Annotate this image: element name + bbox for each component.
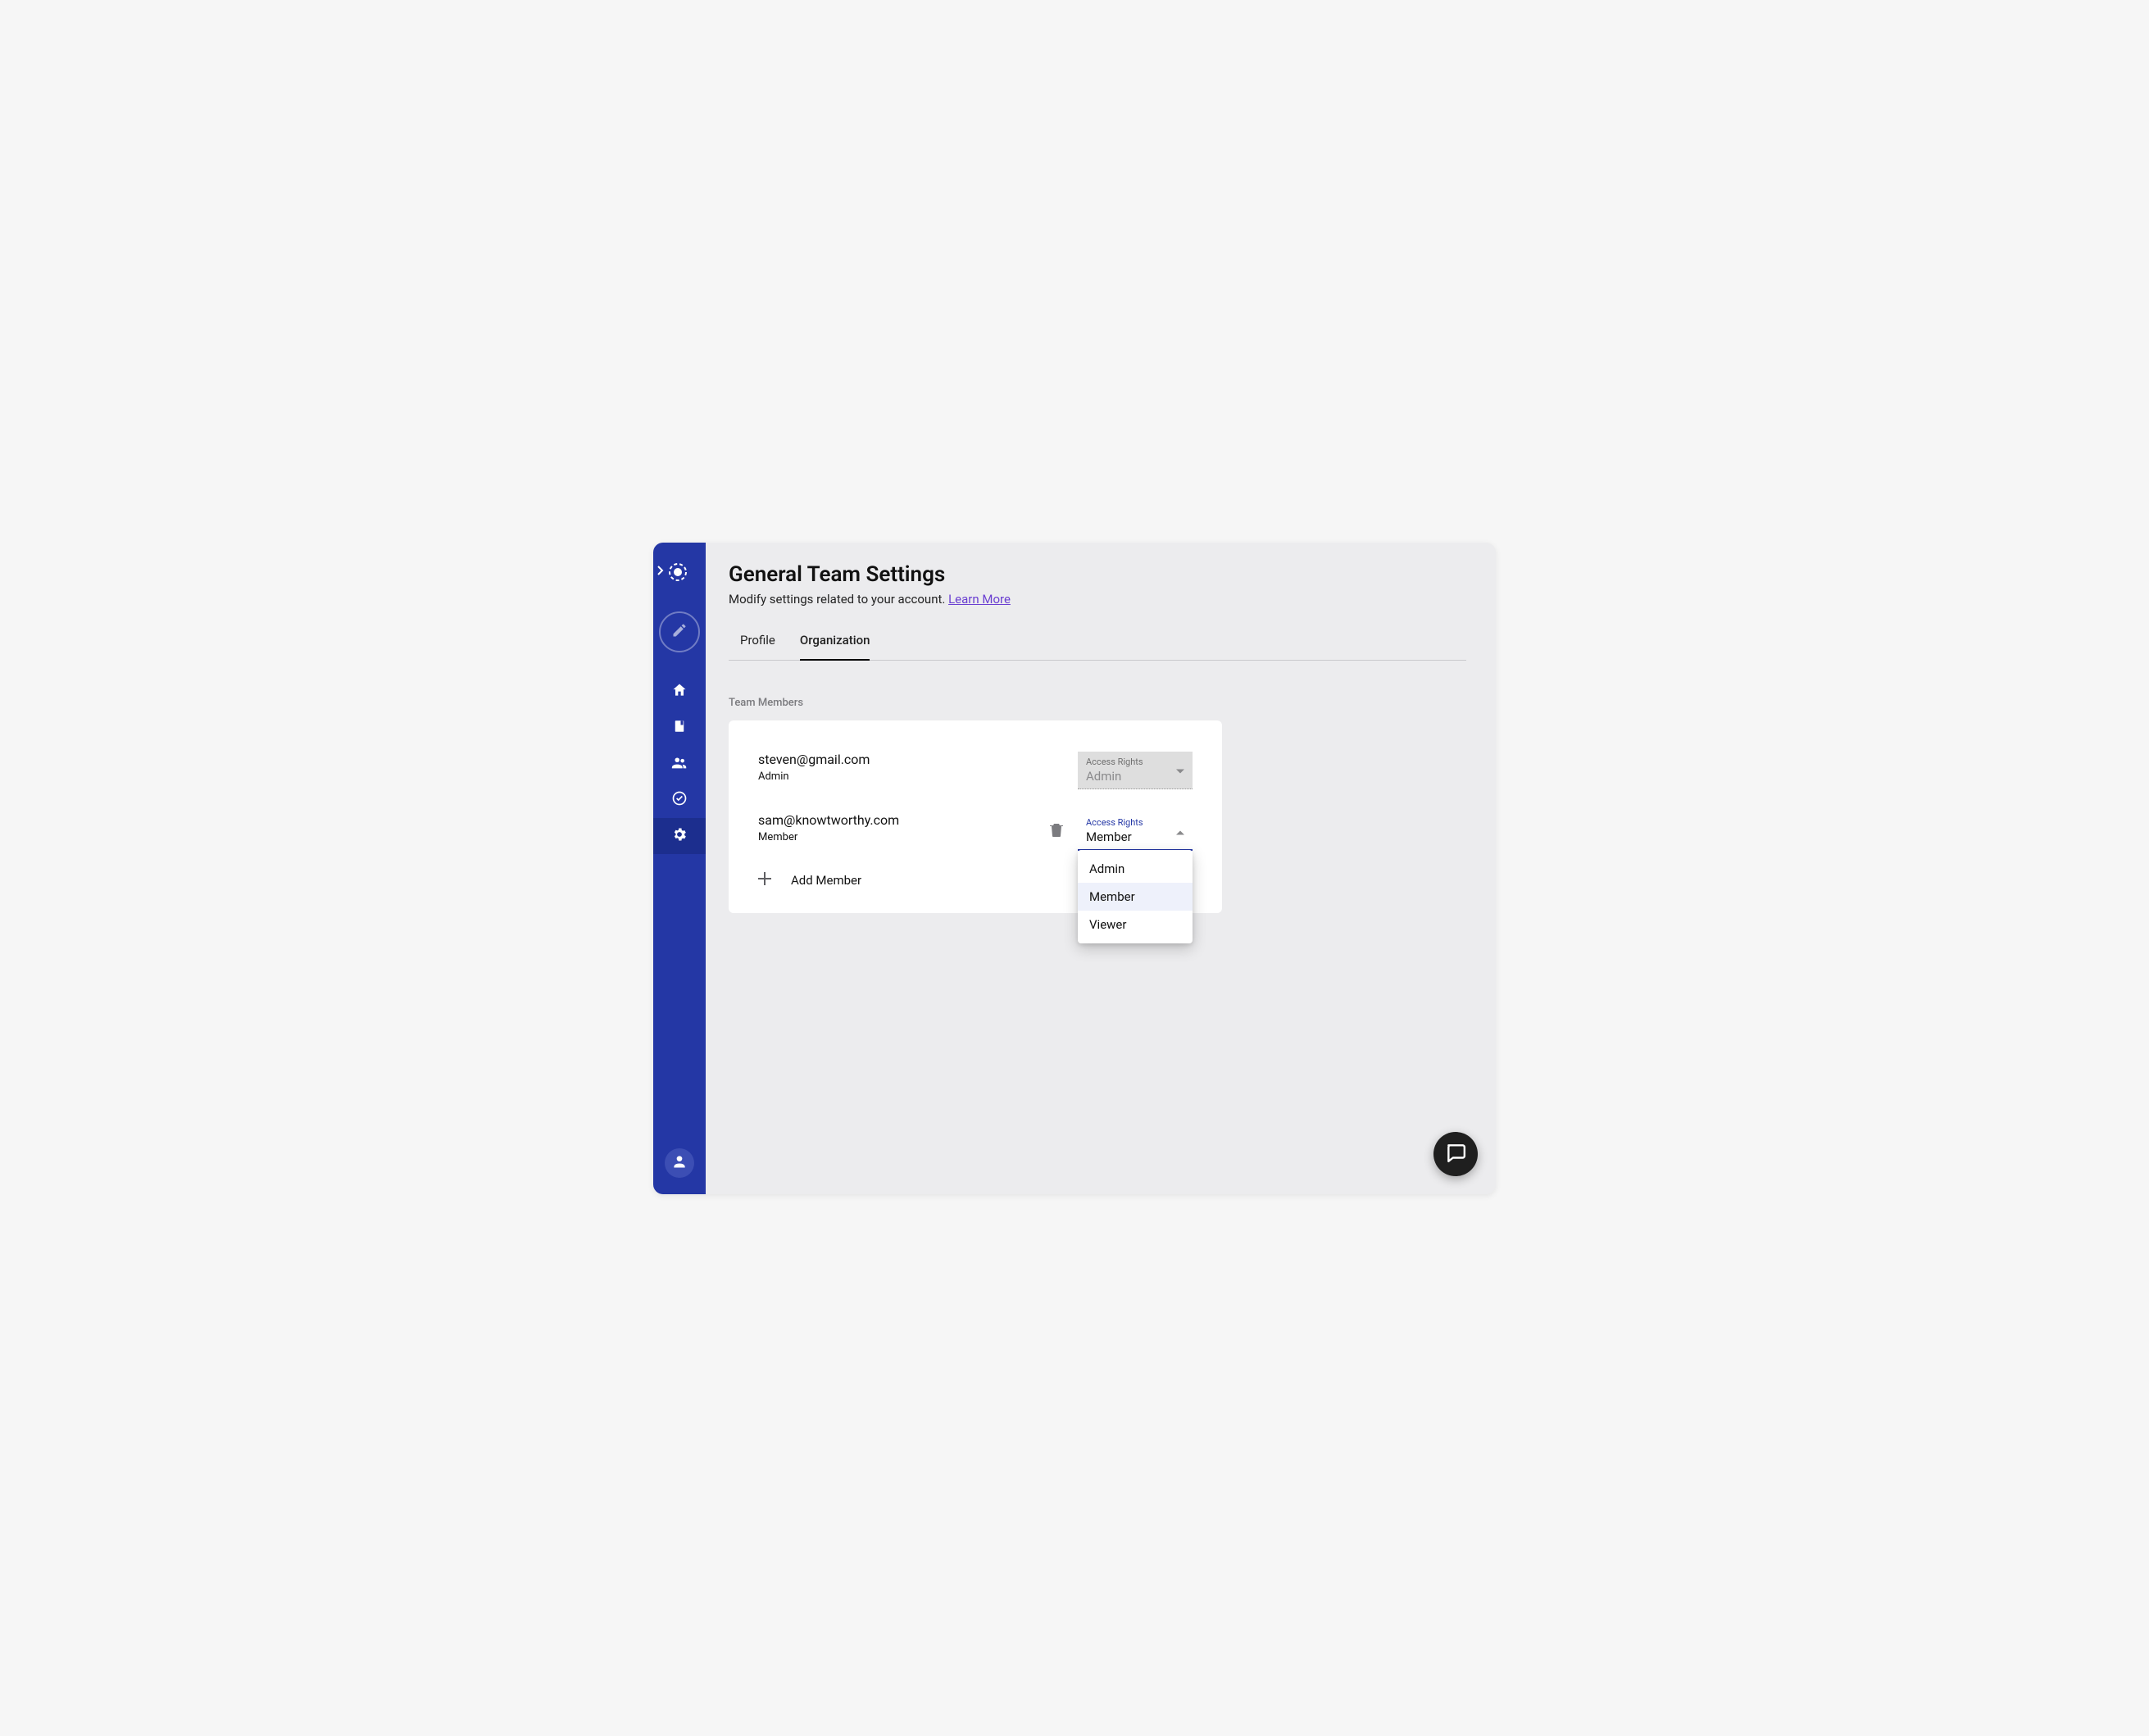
trash-icon	[1050, 825, 1063, 840]
dropdown-option-member[interactable]: Member	[1078, 883, 1193, 911]
member-info: sam@knowtworthy.com Member	[758, 812, 1050, 843]
page-title: General Team Settings	[729, 562, 1466, 587]
tab-organization[interactable]: Organization	[800, 633, 870, 661]
expand-sidebar-chevron-icon[interactable]	[657, 565, 665, 579]
learn-more-link[interactable]: Learn More	[948, 592, 1011, 607]
member-actions: Access Rights Admin	[1078, 752, 1193, 789]
access-rights-select[interactable]: Access Rights Member Admin Member Viewer	[1078, 812, 1193, 851]
people-icon	[670, 753, 688, 775]
tab-profile[interactable]: Profile	[740, 633, 775, 661]
dropdown-option-admin[interactable]: Admin	[1078, 855, 1193, 883]
nav-settings[interactable]	[653, 818, 706, 854]
gear-icon	[671, 826, 688, 846]
add-member-label: Add Member	[791, 873, 861, 888]
access-rights-label: Access Rights	[1086, 757, 1184, 767]
access-rights-value: Member	[1086, 829, 1184, 844]
user-avatar[interactable]	[665, 1148, 694, 1178]
chat-icon	[1445, 1142, 1466, 1166]
caret-up-icon	[1176, 823, 1184, 838]
access-rights-dropdown: Admin Member Viewer	[1078, 850, 1193, 943]
check-circle-icon	[671, 790, 688, 810]
sidebar-bottom	[653, 1148, 706, 1178]
tabs: Profile Organization	[729, 633, 1466, 661]
access-rights-value: Admin	[1086, 769, 1184, 784]
member-email: steven@gmail.com	[758, 752, 1078, 767]
team-members-card: steven@gmail.com Admin Access Rights Adm…	[729, 720, 1222, 913]
member-email: sam@knowtworthy.com	[758, 812, 1050, 828]
dropdown-option-viewer[interactable]: Viewer	[1078, 911, 1193, 938]
access-rights-select-disabled: Access Rights Admin	[1078, 752, 1193, 789]
delete-member-button[interactable]	[1050, 822, 1063, 840]
member-role: Member	[758, 831, 1050, 843]
nav-notes[interactable]	[653, 710, 706, 746]
member-row: sam@knowtworthy.com Member Access Rights…	[758, 804, 1193, 866]
compose-button[interactable]	[659, 611, 700, 652]
main-content: General Team Settings Modify settings re…	[706, 543, 1496, 1194]
sidebar	[653, 543, 706, 1194]
book-icon	[672, 719, 687, 737]
app-logo-icon[interactable]	[666, 561, 689, 584]
page-subtitle: Modify settings related to your account.…	[729, 592, 1466, 607]
member-info: steven@gmail.com Admin	[758, 752, 1078, 783]
member-row: steven@gmail.com Admin Access Rights Adm…	[758, 743, 1193, 804]
home-icon	[671, 682, 688, 702]
team-members-section-label: Team Members	[729, 697, 1466, 709]
page-subtitle-text: Modify settings related to your account.	[729, 592, 948, 607]
app-window: General Team Settings Modify settings re…	[653, 543, 1496, 1194]
sidebar-nav	[653, 674, 706, 854]
chat-widget-button[interactable]	[1433, 1132, 1478, 1176]
nav-tasks[interactable]	[653, 782, 706, 818]
nav-team[interactable]	[653, 746, 706, 782]
member-role: Admin	[758, 770, 1078, 783]
sidebar-top	[653, 556, 706, 589]
caret-down-icon	[1176, 762, 1184, 778]
member-actions: Access Rights Member Admin Member Viewer	[1050, 812, 1193, 851]
plus-icon	[758, 872, 771, 888]
access-rights-label: Access Rights	[1086, 817, 1184, 828]
person-icon	[671, 1153, 688, 1173]
pencil-icon	[671, 622, 688, 642]
nav-home[interactable]	[653, 674, 706, 710]
